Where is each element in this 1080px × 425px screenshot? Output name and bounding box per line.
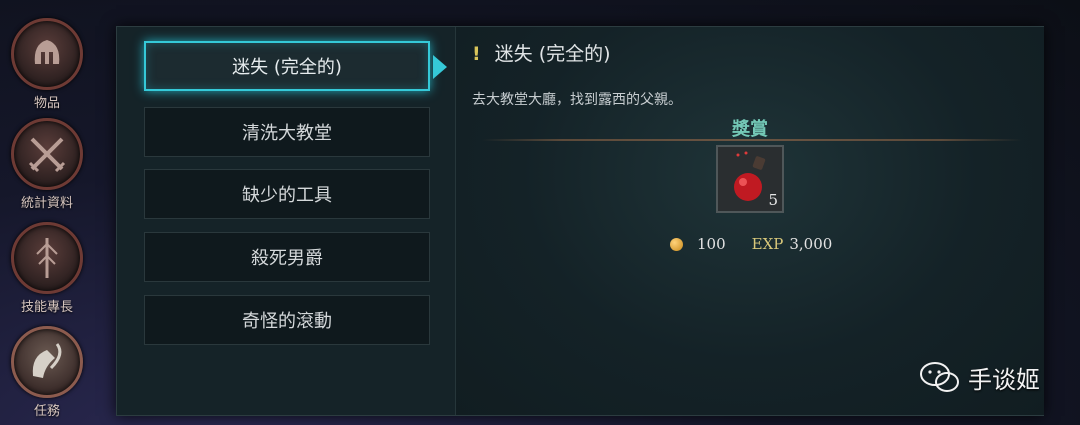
quest-item-lost[interactable]: 迷失 (完全的) (144, 41, 430, 91)
diamond-ornament-icon (0, 0, 100, 10)
quest-title-text: 迷失 (完全的) (494, 43, 611, 65)
exp-amount: 3,000 (789, 235, 833, 253)
quest-item-label: 迷失 (完全的) (232, 57, 342, 78)
quest-item-kill-baron[interactable]: 殺死男爵 (144, 232, 430, 282)
menu-item-items[interactable]: 物品 (8, 18, 86, 111)
watermark-text: 手谈姬 (968, 366, 1040, 394)
quest-item-strange-scroll[interactable]: 奇怪的滾動 (144, 295, 430, 345)
crossed-swords-icon (11, 118, 83, 190)
reward-item-count: 5 (768, 191, 778, 209)
quest-list: 迷失 (完全的) 清洗大教堂 缺少的工具 殺死男爵 奇怪的滾動 (117, 27, 455, 415)
helmet-icon (11, 18, 83, 90)
reward-heading: 獎賞 (732, 119, 768, 140)
quest-detail: ! 迷失 (完全的) 去大教堂大廳，找到露西的父親。 獎賞 5 100 EXP 3… (455, 27, 1044, 415)
watermark: 手谈姬 (920, 360, 1040, 395)
gold-amount: 100 (697, 235, 726, 253)
menu-item-label: 物品 (33, 96, 60, 111)
skill-emblem-icon (11, 222, 83, 294)
reward-item-slot[interactable]: 5 (716, 145, 784, 213)
quest-item-label: 清洗大教堂 (242, 123, 332, 144)
side-menu: 物品 統計資料 技能專長 任務 (0, 0, 100, 425)
quill-scroll-icon (11, 326, 83, 398)
quest-item-label: 缺少的工具 (242, 185, 332, 206)
gold-coin-icon (670, 237, 683, 251)
quest-item-label: 殺死男爵 (251, 248, 323, 269)
quest-item-label: 奇怪的滾動 (242, 311, 332, 332)
quest-title: ! 迷失 (完全的) (472, 39, 611, 66)
divider (482, 139, 1022, 141)
selection-pointer-icon (433, 55, 447, 79)
menu-item-label: 任務 (33, 404, 60, 419)
quest-panel: 迷失 (完全的) 清洗大教堂 缺少的工具 殺死男爵 奇怪的滾動 ! 迷失 (完全的… (116, 26, 1044, 416)
quest-marker-icon: ! (472, 43, 481, 65)
menu-item-skills[interactable]: 技能專長 (8, 222, 86, 315)
quest-item-cleanse-cathedral[interactable]: 清洗大教堂 (144, 107, 430, 157)
wechat-icon (920, 361, 959, 392)
exp-label: EXP (751, 235, 784, 253)
quest-description: 去大教堂大廳，找到露西的父親。 (472, 92, 682, 108)
menu-item-label: 統計資料 (20, 196, 73, 211)
menu-item-quests[interactable]: 任務 (8, 326, 86, 419)
menu-item-label: 技能專長 (20, 300, 73, 315)
menu-item-stats[interactable]: 統計資料 (8, 118, 86, 211)
quest-item-missing-tools[interactable]: 缺少的工具 (144, 169, 430, 219)
reward-currency-line: 100 EXP 3,000 (670, 235, 832, 253)
